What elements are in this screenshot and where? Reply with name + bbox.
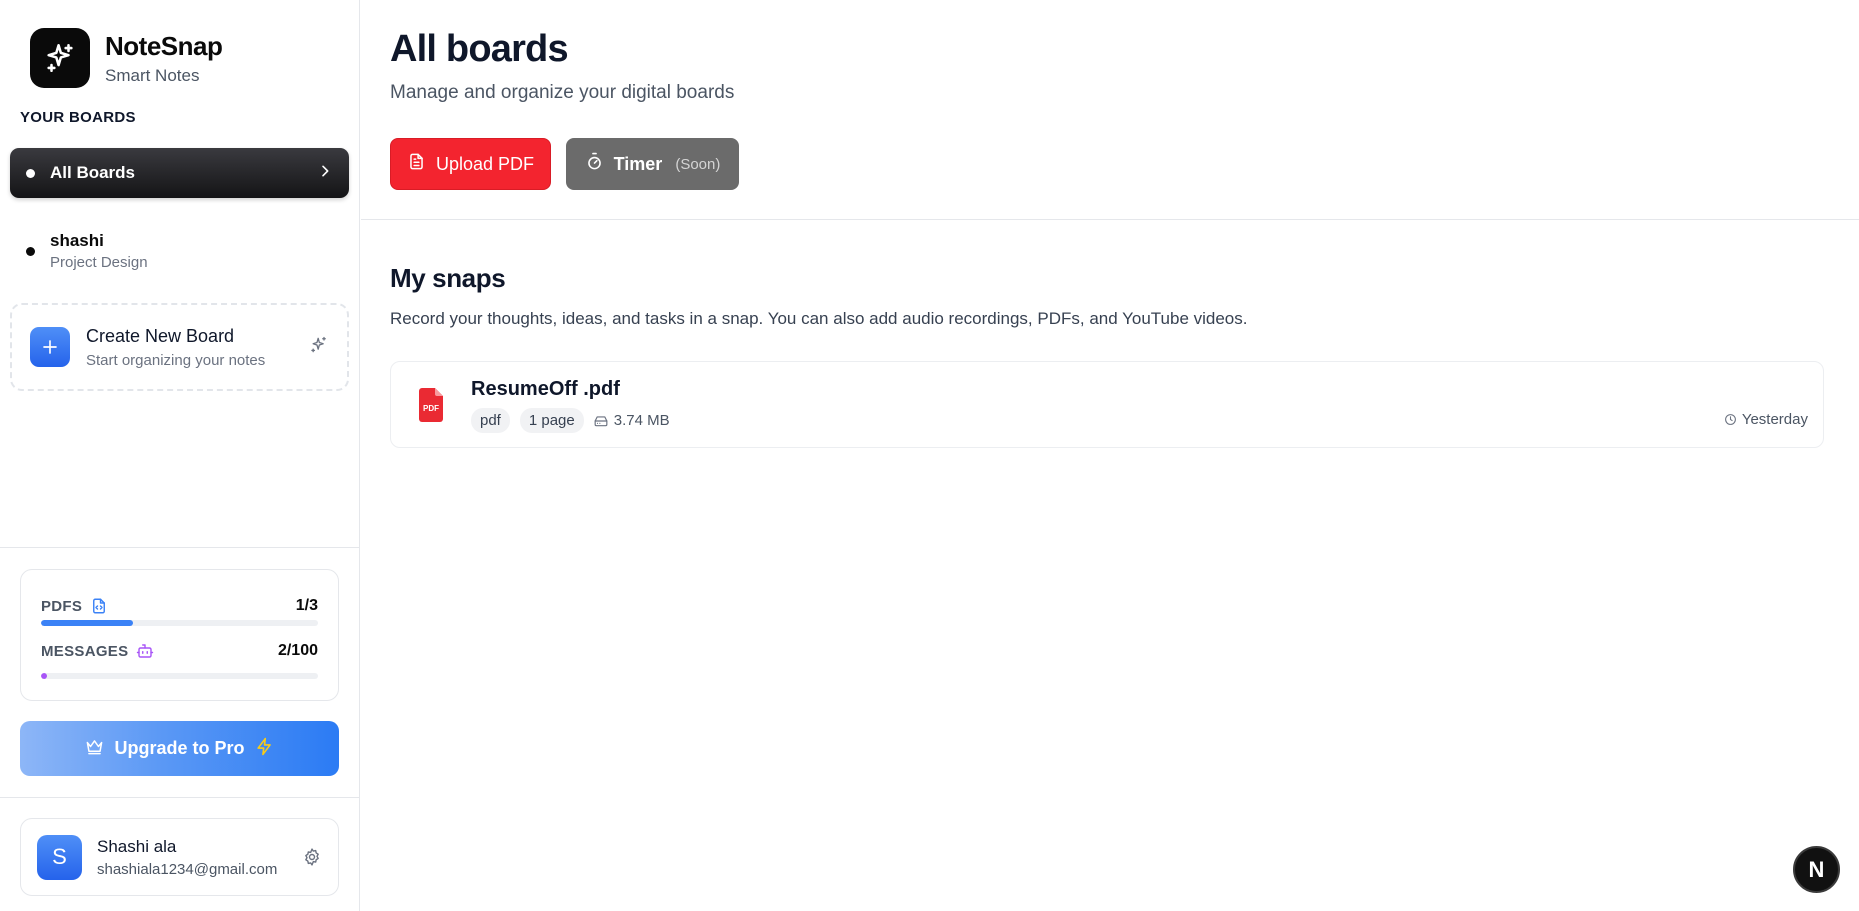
- upload-pdf-button[interactable]: Upload PDF: [390, 138, 551, 190]
- usage-messages-label: MESSAGES: [41, 642, 129, 660]
- crown-icon: [85, 737, 104, 761]
- usage-messages-row: MESSAGES 2/100: [41, 642, 318, 660]
- brand-name: NoteSnap: [105, 30, 223, 61]
- snap-card[interactable]: PDF ResumeOff .pdf pdf 1 page 3.74 MB Ye…: [390, 361, 1824, 448]
- main-content: All boards Manage and organize your digi…: [361, 0, 1859, 911]
- create-board-button[interactable]: Create New Board Start organizing your n…: [10, 303, 349, 391]
- usage-card: PDFS 1/3 MESSAGES 2/100: [20, 569, 339, 701]
- usage-pdfs-value: 1/3: [295, 597, 318, 614]
- snaps-section-title: My snaps: [390, 263, 506, 293]
- snap-meta: pdf 1 page 3.74 MB: [471, 408, 670, 433]
- user-profile-card[interactable]: S Shashi ala shashiala1234@gmail.com: [20, 818, 339, 896]
- main-divider: [361, 219, 1859, 220]
- sidebar-item-label: All Boards: [50, 163, 136, 182]
- snap-type-chip: pdf: [471, 408, 510, 433]
- sidebar-item-subtitle: Project Design: [50, 254, 148, 271]
- plus-icon: [30, 327, 70, 367]
- snap-time-value: Yesterday: [1741, 411, 1808, 428]
- hard-drive-icon: [594, 415, 608, 426]
- timer-button[interactable]: Timer (Soon): [566, 138, 739, 190]
- upgrade-to-pro-button[interactable]: Upgrade to Pro: [20, 721, 339, 776]
- usage-pdfs-bar: [41, 620, 318, 626]
- avatar: S: [37, 834, 82, 880]
- sidebar-item-label: shashi: [50, 231, 104, 250]
- coming-soon-badge: (Soon): [675, 155, 721, 173]
- boards-section-label: YOUR BOARDS: [20, 109, 136, 126]
- bullet-dot-icon: [26, 168, 35, 178]
- sidebar-divider: [0, 797, 360, 798]
- pdf-file-icon: PDF: [417, 388, 445, 427]
- timer-icon: [585, 152, 604, 176]
- gear-icon[interactable]: [302, 847, 322, 867]
- chevron-right-icon: [317, 163, 333, 184]
- snap-pages-chip: 1 page: [519, 408, 584, 433]
- create-board-title: Create New Board: [86, 325, 235, 346]
- upload-pdf-label: Upload PDF: [435, 153, 535, 174]
- snaps-section-description: Record your thoughts, ideas, and tasks i…: [390, 309, 1248, 328]
- bot-icon: [136, 642, 154, 660]
- sparkles-icon: [30, 28, 90, 88]
- clock-icon: [1724, 414, 1736, 425]
- usage-pdfs-label: PDFS: [41, 597, 83, 615]
- sparkles-icon: [309, 335, 329, 360]
- sidebar-divider: [0, 547, 360, 548]
- usage-pdfs-row: PDFS 1/3: [41, 597, 318, 615]
- page-title: All boards: [390, 28, 569, 70]
- usage-messages-bar: [41, 673, 318, 679]
- zap-icon: [255, 737, 274, 761]
- snap-timestamp: Yesterday: [1724, 411, 1808, 428]
- sidebar: NoteSnap Smart Notes YOUR BOARDS All Boa…: [0, 0, 360, 911]
- page-subtitle: Manage and organize your digital boards: [390, 82, 735, 103]
- brand-tagline: Smart Notes: [105, 65, 200, 85]
- pdf-icon-label: PDF: [423, 404, 439, 413]
- sidebar-item-all-boards[interactable]: All Boards: [10, 148, 349, 198]
- usage-messages-value: 2/100: [277, 642, 318, 659]
- brand[interactable]: NoteSnap Smart Notes: [30, 28, 223, 88]
- create-board-subtitle: Start organizing your notes: [86, 351, 266, 369]
- usage-pdfs-bar-fill: [41, 620, 134, 626]
- sidebar-item-shashi[interactable]: shashi Project Design: [10, 226, 349, 276]
- snap-size: 3.74 MB: [594, 412, 670, 429]
- usage-messages-bar-fill: [41, 673, 47, 679]
- bullet-dot-icon: [26, 246, 35, 256]
- user-name: Shashi ala: [97, 836, 177, 856]
- user-email: shashiala1234@gmail.com: [97, 860, 278, 878]
- timer-label: Timer: [613, 153, 663, 174]
- snap-size-value: 3.74 MB: [613, 412, 670, 429]
- upgrade-label: Upgrade to Pro: [114, 738, 245, 758]
- file-code-icon: [90, 597, 108, 615]
- file-text-icon: [407, 152, 426, 176]
- dev-tools-badge[interactable]: N: [1793, 846, 1840, 893]
- snap-title: ResumeOff .pdf: [471, 378, 620, 400]
